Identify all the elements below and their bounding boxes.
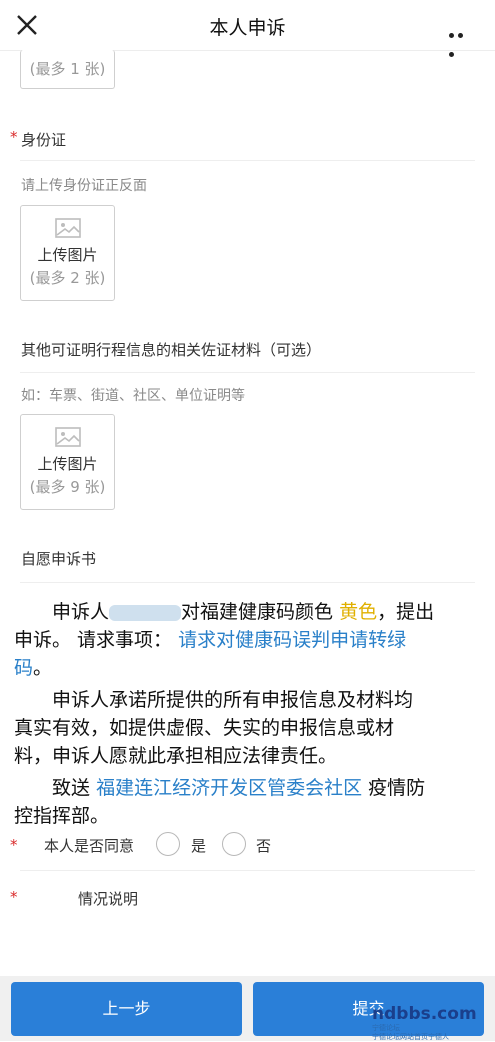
upload-box-partial[interactable]: (最多 1 张): [20, 50, 115, 89]
other-materials-upload-button[interactable]: 上传图片 (最多 9 张): [20, 414, 115, 510]
divider: [20, 582, 475, 583]
statement-paragraph-2: 申诉人承诺所提供的所有申报信息及材料均 真实有效，如提供虚假、失实的申报信息或材…: [14, 689, 414, 767]
consent-no-label[interactable]: 否: [256, 835, 271, 856]
divider: [20, 160, 475, 161]
watermark-logo: ndbbs.com 宁德论坛 宁德论坛网站首页宁德人: [372, 1004, 477, 1041]
upload-label: 上传图片: [37, 455, 98, 473]
prev-step-button[interactable]: 上一步: [11, 982, 242, 1036]
consent-yes-radio[interactable]: [156, 832, 180, 856]
id-card-upload-button[interactable]: 上传图片 (最多 2 张): [20, 205, 115, 301]
redacted-name: [109, 604, 182, 621]
more-options-icon[interactable]: [449, 23, 475, 57]
image-icon: [54, 218, 81, 238]
consent-label: 本人是否同意: [44, 837, 135, 855]
statement-body: 申诉人 对福建健康码颜色 黄色，提出 申诉。 请求事项： 请求对健康码误判申请转绿…: [14, 598, 482, 830]
upload-limit: (最多 1 张): [29, 60, 106, 78]
statement-label: 自愿申诉书: [21, 550, 97, 568]
image-icon: [54, 427, 81, 447]
statement-request-end: 码。: [14, 657, 53, 679]
consent-yes-label[interactable]: 是: [191, 835, 206, 856]
upload-limit: (最多 9 张): [29, 478, 106, 496]
statement-request: 申诉。 请求事项： 请求对健康码误判申请转绿: [14, 629, 407, 651]
other-materials-hint: 如：车票、街道、社区、单位证明等: [21, 388, 245, 404]
nav-bar: 本人申诉: [0, 0, 495, 57]
id-card-label: 身份证: [21, 131, 67, 149]
required-mark: *: [10, 836, 18, 854]
divider: [20, 870, 475, 871]
code-color-value: 黄色: [339, 601, 378, 623]
upload-label: 上传图片: [37, 246, 98, 264]
statement-paragraph-1: 申诉人 对福建健康码颜色 黄色，提出: [52, 601, 435, 623]
situation-label: 情况说明: [78, 890, 139, 908]
page-title: 本人申诉: [209, 17, 286, 39]
other-materials-label: 其他可证明行程信息的相关佐证材料（可选）: [21, 341, 322, 359]
request-text: 请求对健康码误判申请转绿: [178, 629, 407, 651]
recipient-org: 福建连江经济开发区管委会社区: [96, 777, 363, 799]
consent-no-radio[interactable]: [222, 832, 246, 856]
divider: [20, 372, 475, 373]
upload-limit: (最多 2 张): [29, 269, 106, 287]
statement-paragraph-3: 致送 福建连江经济开发区管委会社区 疫情防 控指挥部。: [14, 777, 426, 827]
required-mark: *: [10, 128, 18, 146]
id-card-hint: 请上传身份证正反面: [21, 178, 147, 194]
situation-textarea[interactable]: [20, 915, 475, 970]
required-mark: *: [10, 888, 18, 906]
